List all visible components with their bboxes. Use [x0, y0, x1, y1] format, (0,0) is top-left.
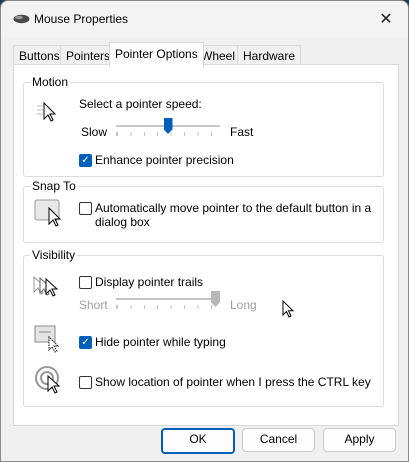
trail-slider-track [116, 298, 220, 300]
pointer-trails-checkbox[interactable] [79, 276, 92, 289]
fast-label: Fast [230, 125, 254, 139]
enhance-precision-label[interactable]: Enhance pointer precision [95, 153, 234, 167]
visibility-legend: Visibility [30, 248, 78, 262]
pointer-trails-icon [33, 275, 59, 297]
short-label: Short [79, 298, 108, 312]
close-icon: ✕ [379, 11, 393, 28]
snap-to-legend: Snap To [30, 179, 78, 193]
title-bar[interactable]: Mouse Properties ✕ [1, 1, 408, 37]
show-location-label[interactable]: Show location of pointer when I press th… [95, 375, 371, 389]
snap-to-checkbox[interactable] [79, 202, 92, 215]
tab-buttons[interactable]: Buttons [13, 45, 66, 66]
hide-pointer-label[interactable]: Hide pointer while typing [95, 335, 226, 349]
snap-to-icon [34, 199, 62, 227]
close-button[interactable]: ✕ [369, 7, 403, 33]
trail-length-slider[interactable] [116, 290, 221, 314]
window-title: Mouse Properties [34, 12, 129, 26]
long-label: Long [230, 298, 257, 312]
pointer-speed-slider[interactable] [116, 117, 221, 141]
apply-button[interactable]: Apply [323, 428, 396, 452]
ok-button[interactable]: OK [161, 428, 235, 454]
tab-pointer-options[interactable]: Pointer Options [109, 42, 204, 67]
trail-slider-ticks [116, 305, 221, 309]
hide-pointer-icon [34, 325, 60, 353]
tab-hardware[interactable]: Hardware [237, 45, 302, 66]
pointer-trails-label[interactable]: Display pointer trails [95, 275, 203, 289]
snap-to-label-line2[interactable]: dialog box [95, 215, 150, 229]
show-location-icon [35, 366, 61, 394]
pointer-speed-label: Select a pointer speed: [79, 97, 202, 111]
cancel-button[interactable]: Cancel [242, 428, 315, 452]
slow-label: Slow [81, 125, 108, 139]
motion-legend: Motion [30, 75, 71, 89]
visibility-group: Visibility Display pointer trails Short … [23, 248, 384, 407]
snap-to-label-line1[interactable]: Automatically move pointer to the defaul… [95, 201, 371, 215]
show-location-checkbox[interactable] [79, 376, 92, 389]
snap-to-group: Snap To Automatically move pointer to th… [23, 179, 384, 243]
pointer-options-page: Motion Select a pointer speed: Slow Fast… [13, 64, 399, 426]
pointer-speed-icon [37, 101, 57, 122]
tab-pointers[interactable]: Pointers [60, 45, 117, 66]
mouse-cursor-icon [282, 300, 295, 318]
hide-pointer-checkbox[interactable]: ✓ [79, 336, 92, 349]
enhance-precision-checkbox[interactable]: ✓ [79, 154, 92, 167]
motion-group: Motion Select a pointer speed: Slow Fast… [23, 75, 384, 177]
mouse-properties-window: Mouse Properties ✕ Buttons Pointers Poin… [0, 0, 409, 462]
mouse-icon [13, 14, 30, 24]
